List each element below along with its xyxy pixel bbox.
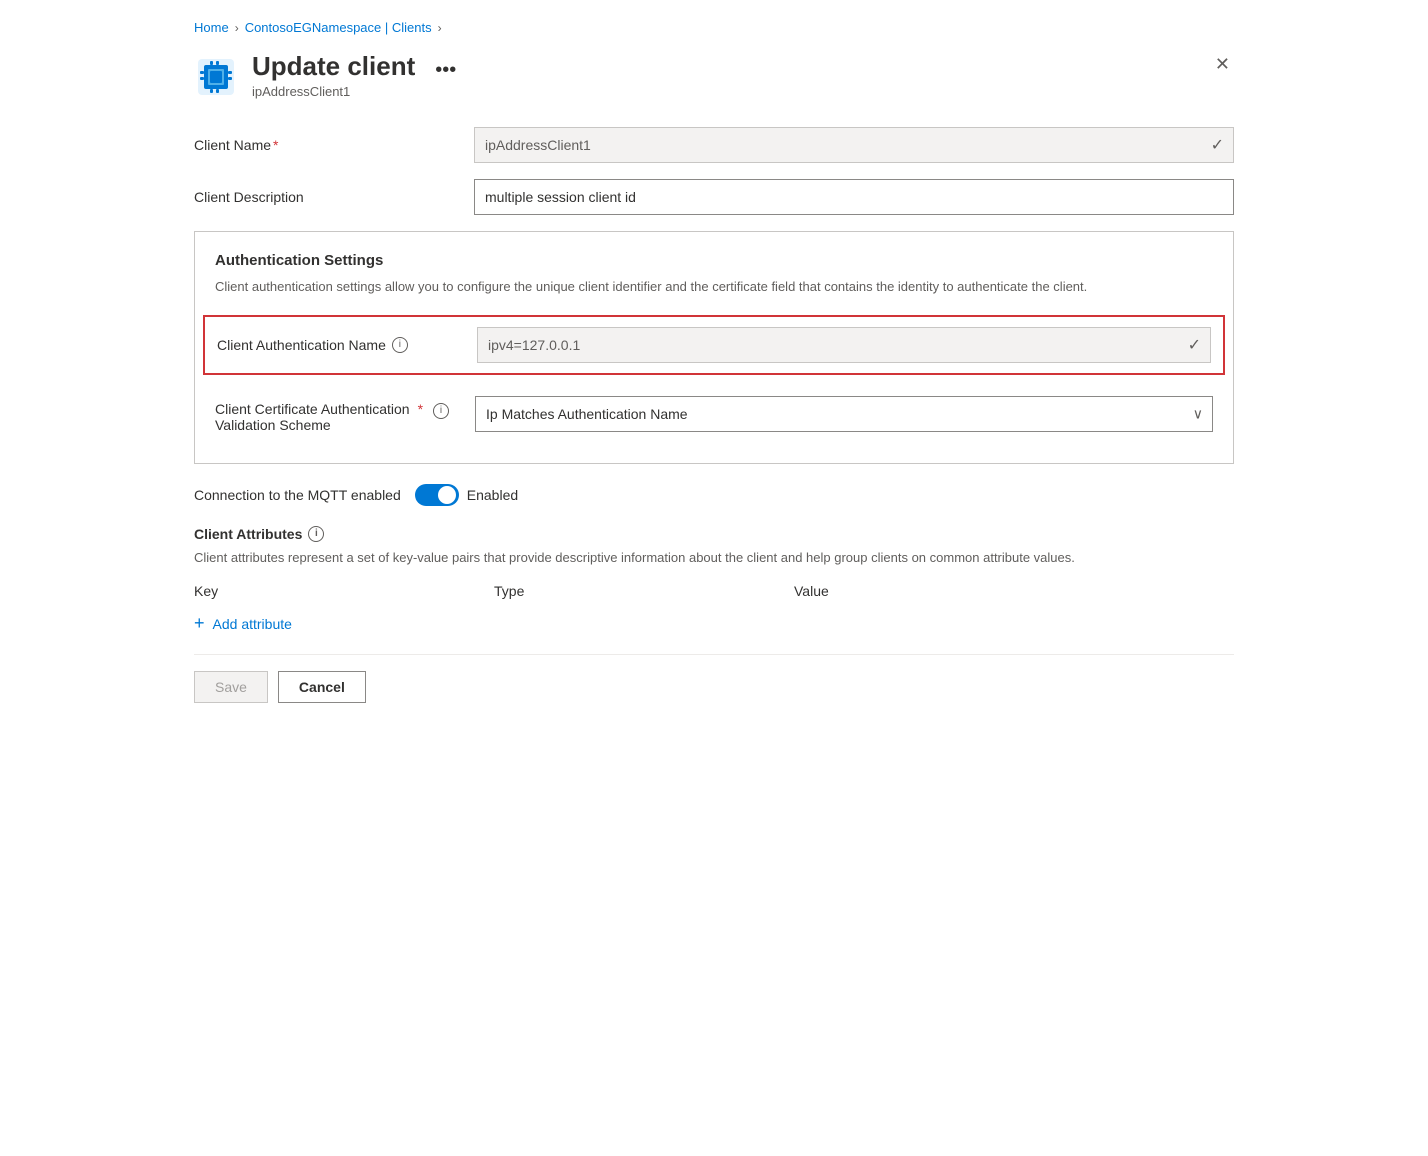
auth-settings-box: Authentication Settings Client authentic…	[194, 231, 1234, 464]
auth-name-label: Client Authentication Name i	[217, 337, 457, 353]
auth-name-input-wrap: ✓	[477, 327, 1211, 363]
attributes-table-header: Key Type Value	[194, 583, 1234, 605]
page-subtitle: ipAddressClient1	[252, 84, 456, 99]
page-title: Update client	[252, 51, 415, 82]
mqtt-label: Connection to the MQTT enabled	[194, 487, 401, 503]
client-attributes-info-icon[interactable]: i	[308, 526, 324, 542]
client-attributes-desc: Client attributes represent a set of key…	[194, 548, 1234, 568]
add-attribute-button[interactable]: + Add attribute	[194, 613, 1234, 634]
add-attribute-icon: +	[194, 613, 205, 634]
auth-name-row: Client Authentication Name i ✓	[203, 315, 1225, 375]
client-name-check-icon: ✓	[1211, 135, 1224, 155]
col-type-header: Type	[494, 583, 794, 599]
cert-validation-label: Client Certificate Authentication Valida…	[215, 395, 455, 433]
breadcrumb-sep1: ›	[235, 21, 239, 35]
cancel-button[interactable]: Cancel	[278, 671, 366, 703]
client-name-label: Client Name*	[194, 137, 454, 153]
mqtt-toggle[interactable]	[415, 484, 459, 506]
client-description-row: Client Description	[194, 179, 1234, 215]
cert-validation-info-icon[interactable]: i	[433, 403, 449, 419]
client-attributes-title: Client Attributes i	[194, 526, 1234, 542]
client-name-row: Client Name* ✓	[194, 127, 1234, 163]
cert-validation-dropdown-wrap: Ip Matches Authentication NameDns Matche…	[475, 396, 1213, 432]
save-button[interactable]: Save	[194, 671, 268, 703]
client-description-label: Client Description	[194, 189, 454, 205]
footer: Save Cancel	[194, 671, 1234, 703]
header-left: Update client ••• ipAddressClient1	[194, 51, 456, 99]
client-description-field[interactable]	[474, 179, 1234, 215]
page-header: Update client ••• ipAddressClient1 ✕	[194, 51, 1234, 99]
auth-settings-title: Authentication Settings	[215, 252, 1213, 269]
mqtt-toggle-text: Enabled	[467, 487, 518, 503]
mqtt-toggle-wrap: Enabled	[415, 484, 518, 506]
close-button[interactable]: ✕	[1211, 51, 1234, 77]
col-key-header: Key	[194, 583, 494, 599]
cert-validation-dropdown[interactable]: Ip Matches Authentication NameDns Matche…	[475, 396, 1213, 432]
more-options-button[interactable]: •••	[435, 59, 456, 82]
auth-settings-desc: Client authentication settings allow you…	[215, 277, 1213, 297]
client-name-input-wrap: ✓	[474, 127, 1234, 163]
breadcrumb: Home › ContosoEGNamespace | Clients ›	[194, 20, 1234, 35]
client-description-input-wrap	[474, 179, 1234, 215]
auth-name-field[interactable]	[477, 327, 1211, 363]
cert-validation-row: Client Certificate Authentication Valida…	[215, 385, 1213, 443]
footer-divider	[194, 654, 1234, 655]
client-name-field[interactable]	[474, 127, 1234, 163]
auth-name-info-icon[interactable]: i	[392, 337, 408, 353]
breadcrumb-namespace[interactable]: ContosoEGNamespace | Clients	[245, 20, 432, 35]
client-icon	[194, 55, 238, 99]
header-text: Update client ••• ipAddressClient1	[252, 51, 456, 99]
col-value-header: Value	[794, 583, 1234, 599]
breadcrumb-sep2: ›	[438, 21, 442, 35]
auth-name-check-icon: ✓	[1188, 335, 1201, 355]
mqtt-row: Connection to the MQTT enabled Enabled	[194, 484, 1234, 506]
add-attribute-label: Add attribute	[213, 616, 292, 632]
breadcrumb-home[interactable]: Home	[194, 20, 229, 35]
client-attributes-section: Client Attributes i Client attributes re…	[194, 526, 1234, 635]
